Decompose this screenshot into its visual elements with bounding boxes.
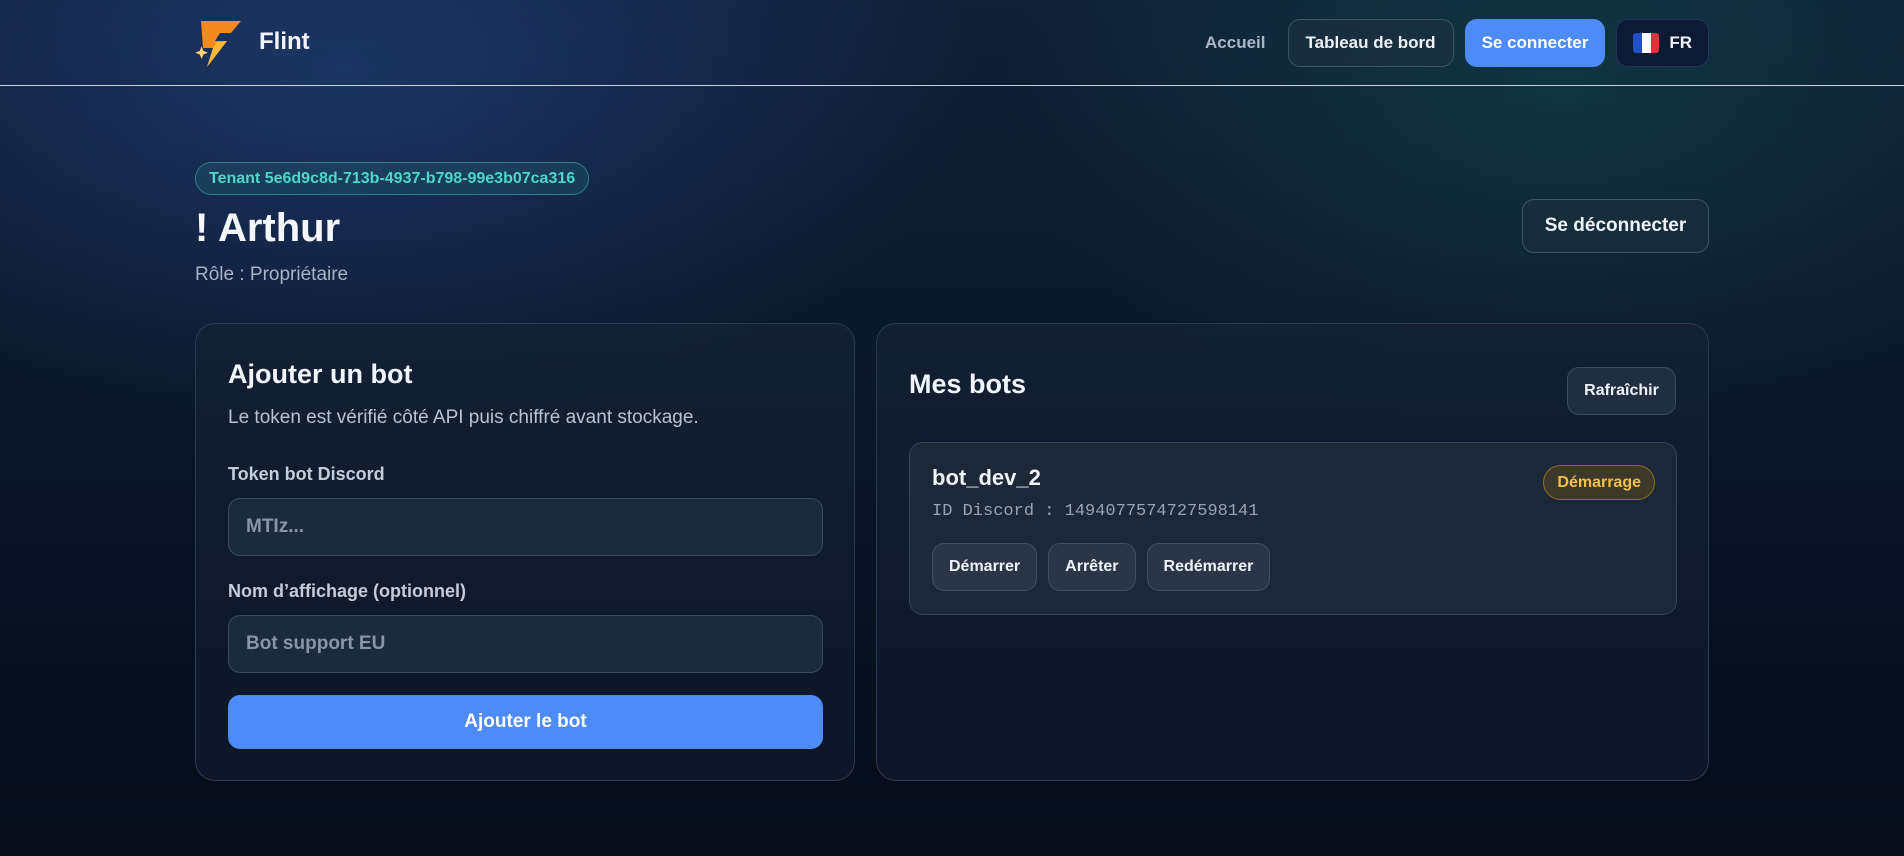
token-input[interactable]: [228, 498, 823, 556]
bot-item: bot_dev_2 ID Discord : 14940775747275981…: [909, 442, 1677, 615]
bot-actions: Démarrer Arrêter Redémarrer: [932, 543, 1271, 591]
page-title: ! Arthur: [195, 206, 341, 250]
login-button[interactable]: Se connecter: [1464, 19, 1606, 67]
refresh-button[interactable]: Rafraîchir: [1567, 367, 1676, 415]
nav-home-link[interactable]: Accueil: [1205, 33, 1265, 53]
tenant-badge: Tenant 5e6d9c8d-713b-4937-b798-99e3b07ca…: [195, 162, 590, 195]
dashboard-button[interactable]: Tableau de bord: [1287, 19, 1454, 67]
restart-bot-button[interactable]: Redémarrer: [1146, 543, 1271, 591]
language-switcher[interactable]: FR: [1616, 19, 1709, 67]
display-name-field-label: Nom d’affichage (optionnel): [228, 581, 466, 601]
bot-name: bot_dev_2: [932, 465, 1041, 490]
stop-bot-button[interactable]: Arrêter: [1048, 543, 1136, 591]
add-bot-card: Ajouter un bot Le token est vérifié côté…: [195, 323, 855, 781]
my-bots-title: Mes bots: [909, 369, 1027, 399]
main-nav: Accueil Tableau de bord Se connecter FR: [1205, 19, 1709, 67]
add-bot-button[interactable]: Ajouter le bot: [228, 695, 823, 749]
user-role: Rôle : Propriétaire: [195, 264, 349, 285]
bot-discord-id: ID Discord : 1494077574727598141: [932, 502, 1259, 521]
add-bot-subtitle: Le token est vérifié côté API puis chiff…: [228, 407, 699, 428]
flint-logo-icon[interactable]: [195, 18, 243, 68]
bot-status-badge: Démarrage: [1543, 465, 1655, 500]
top-navbar: Flint Accueil Tableau de bord Se connect…: [0, 0, 1904, 86]
logout-button[interactable]: Se déconnecter: [1522, 199, 1709, 253]
add-bot-title: Ajouter un bot: [228, 359, 413, 389]
start-bot-button[interactable]: Démarrer: [932, 543, 1038, 591]
brand-name[interactable]: Flint: [259, 28, 310, 56]
token-field-label: Token bot Discord: [228, 464, 385, 484]
my-bots-card: Mes bots Rafraîchir bot_dev_2 ID Discord…: [876, 323, 1709, 781]
france-flag-icon: [1633, 33, 1660, 53]
display-name-input[interactable]: [228, 615, 823, 673]
language-code: FR: [1669, 33, 1692, 52]
